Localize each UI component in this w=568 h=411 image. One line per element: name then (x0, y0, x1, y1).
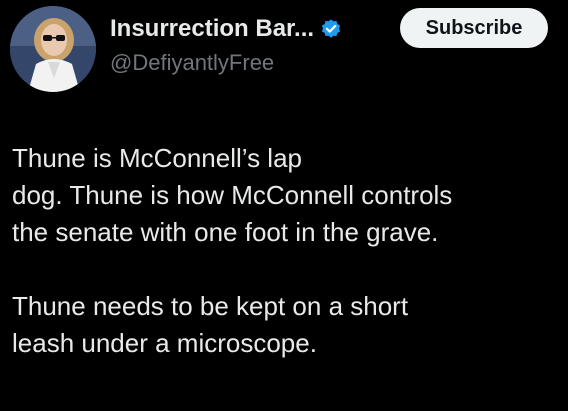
subscribe-button[interactable]: Subscribe (400, 8, 548, 48)
author-name-row: Insurrection Bar... (110, 12, 342, 46)
author-display-name[interactable]: Insurrection Bar... (110, 15, 314, 43)
tweet: Insurrection Bar... @DefiyantlyFree Subs… (0, 0, 568, 411)
tweet-line: dog. Thune is how McConnell controls (12, 180, 453, 210)
tweet-paragraph-1: Thune is McConnell’s lap dog. Thune is h… (12, 140, 564, 251)
tweet-line: the senate with one foot in the grave. (12, 217, 439, 247)
verified-badge-icon (320, 18, 342, 40)
tweet-line: leash under a microscope. (12, 328, 317, 358)
tweet-line: Thune needs to be kept on a short (12, 291, 409, 321)
tweet-line: Thune is McConnell’s lap (12, 143, 302, 173)
avatar-image (10, 6, 96, 92)
avatar[interactable] (10, 6, 96, 92)
author-handle[interactable]: @DefiyantlyFree (110, 50, 274, 76)
tweet-paragraph-2: Thune needs to be kept on a short leash … (12, 288, 564, 362)
tweet-text: Thune is McConnell’s lap dog. Thune is h… (12, 140, 564, 362)
